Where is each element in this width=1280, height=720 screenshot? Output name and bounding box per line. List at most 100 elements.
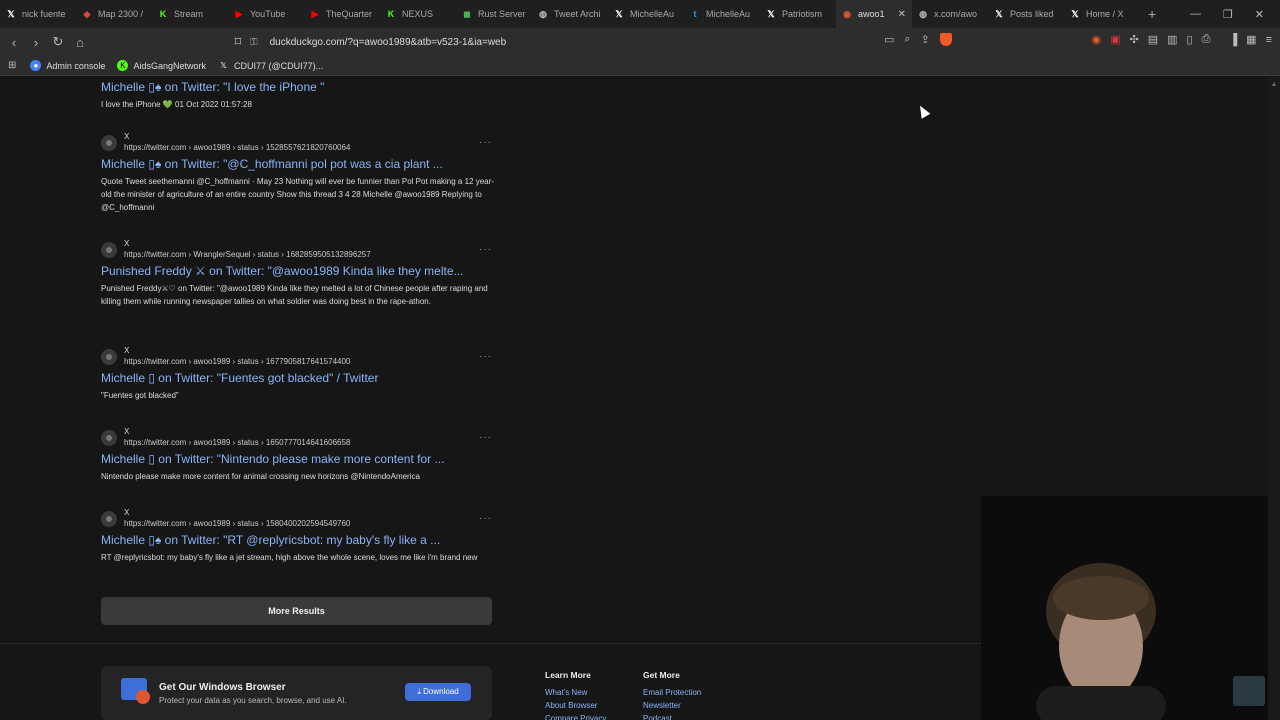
more-options-icon[interactable]: ··· [479, 351, 492, 362]
x-icon: 𝕏 [1071, 9, 1079, 19]
result-site-name: X [124, 239, 130, 248]
result-source[interactable]: Xhttps://twitter.com › awoo1989 › status… [101, 345, 496, 367]
tab[interactable]: 𝕏nick fuente [0, 0, 76, 28]
close-tab-icon[interactable]: ✕ [898, 9, 906, 20]
x-icon: 𝕏 [615, 9, 623, 19]
footer-get-more: Get More Email Protection Newsletter Pod… [643, 669, 701, 720]
footer-link[interactable]: About Browser [545, 699, 606, 712]
minimize-icon[interactable]: — [1190, 8, 1201, 20]
tab[interactable]: K Stream [152, 0, 228, 28]
tab[interactable]: 𝕏 MichelleAu [608, 0, 684, 28]
tab[interactable]: K NEXUS [380, 0, 456, 28]
cast-icon[interactable]: ▭ [884, 33, 894, 46]
download-button[interactable]: ⤓ Download [405, 683, 471, 701]
tab[interactable]: 𝕏 Home / X [1064, 0, 1140, 28]
trash-icon[interactable]: ▯ [1187, 33, 1193, 46]
site-info-icon[interactable]: ⚿ [250, 37, 258, 48]
tab[interactable]: ◼ Rust Server [456, 0, 532, 28]
bookmark-item[interactable]: ● Admin console [30, 60, 105, 71]
home-icon[interactable]: ⌂ [70, 35, 90, 50]
rust-icon: ◼ [463, 9, 471, 19]
back-icon[interactable]: ‹ [4, 35, 24, 50]
more-options-icon[interactable]: ··· [479, 137, 492, 148]
tab-label: Posts liked [1010, 9, 1054, 19]
brave-rewards-icon[interactable]: ◉ [1091, 33, 1101, 46]
result-title-link[interactable]: Michelle ▯♠ on Twitter: "RT @replyricsbo… [101, 532, 496, 548]
search-results-page: Michelle ▯♠ on Twitter: "I love the iPho… [0, 77, 1280, 720]
kick-icon: K [387, 9, 395, 19]
result-site-name: X [124, 346, 130, 355]
site-favicon-icon [101, 430, 117, 446]
brave-shields-icon[interactable] [939, 33, 952, 46]
tab[interactable]: 𝕏 Patriotism [760, 0, 836, 28]
footer-link[interactable]: What's New [545, 686, 606, 699]
extension-icon[interactable]: ▥ [1167, 33, 1177, 46]
x-icon: 𝕏 [767, 9, 775, 19]
result-meta: Xhttps://twitter.com › WranglerSequel › … [124, 238, 371, 260]
tab[interactable]: ▶ TheQuarter [304, 0, 380, 28]
forward-icon[interactable]: › [26, 35, 46, 50]
more-options-icon[interactable]: ··· [479, 432, 492, 443]
extensions-icon[interactable]: ✣ [1129, 33, 1138, 46]
webcam-overlay [981, 496, 1280, 720]
tab-label: YouTube [250, 9, 286, 19]
reload-icon[interactable]: ↻ [48, 34, 68, 50]
tab[interactable]: ◆ Map 2300 / [76, 0, 152, 28]
restore-icon[interactable]: ❐ [1223, 8, 1233, 21]
result-source[interactable]: Xhttps://twitter.com › WranglerSequel › … [101, 238, 496, 260]
share-icon[interactable]: ⇪ [921, 33, 930, 46]
window-controls: — ❐ ✕ [1190, 0, 1280, 28]
tab[interactable]: ◍ Tweet Archi [532, 0, 608, 28]
result-url: https://twitter.com › awoo1989 › status … [124, 143, 351, 152]
address-bar[interactable]: ⚿ duckduckgo.com/?q=awoo1989&atb=v523-1&… [250, 31, 970, 53]
result-source[interactable]: Xhttps://twitter.com › awoo1989 › status… [101, 131, 496, 153]
bookmark-item[interactable]: K AidsGangNetwork [117, 60, 206, 71]
wallet-icon[interactable]: ▦ [1246, 33, 1256, 46]
tab[interactable]: ◍ x.com/awo [912, 0, 988, 28]
tab[interactable]: 𝕏 Posts liked [988, 0, 1064, 28]
tab-label: MichelleAu [630, 9, 675, 19]
zoom-icon[interactable]: ⌕ [904, 33, 910, 46]
extension-badge-icon[interactable]: ▣ [1110, 33, 1120, 46]
search-result: Xhttps://twitter.com › awoo1989 › status… [101, 131, 496, 214]
kick-icon: K [159, 9, 167, 19]
result-title-link[interactable]: Punished Freddy ⚔ on Twitter: "@awoo1989… [101, 263, 496, 279]
extension-icon[interactable]: ▤ [1148, 33, 1158, 46]
x-icon: 𝕏 [220, 61, 227, 70]
bookmark-icon[interactable]: ⌑ [228, 34, 248, 50]
more-options-icon[interactable]: ··· [479, 244, 492, 255]
new-tab-icon[interactable]: + [1148, 6, 1156, 22]
footer-link[interactable]: Compare Privacy [545, 712, 606, 720]
tab-label: MichelleAu [706, 9, 751, 19]
bookmark-label: CDUI77 (@CDUI77)... [233, 60, 324, 71]
footer-link[interactable]: Email Protection [643, 686, 701, 699]
footer-link[interactable]: Podcast [643, 712, 701, 720]
result-source[interactable]: Xhttps://twitter.com › awoo1989 › status… [101, 507, 496, 529]
page-scrollbar[interactable]: ▲ [1268, 77, 1280, 720]
site-favicon-icon [101, 349, 117, 365]
footer-link[interactable]: Newsletter [643, 699, 701, 712]
close-window-icon[interactable]: ✕ [1255, 8, 1264, 21]
tab[interactable]: ◉ awoo1 ✕ [836, 0, 912, 28]
result-snippet: "Fuentes got blacked" [101, 391, 179, 400]
result-title-link[interactable]: Michelle ▯ on Twitter: "Nintendo please … [101, 451, 496, 467]
more-results-button[interactable]: More Results [101, 597, 492, 625]
sidebar-toggle-icon[interactable]: ▐ [1229, 34, 1237, 46]
tab[interactable]: t MichelleAu [684, 0, 760, 28]
result-snippet: I love the iPhone 💚 01 Oct 2022 01:57:28 [101, 100, 252, 109]
tab[interactable]: ▶ YouTube [228, 0, 304, 28]
result-site-name: X [124, 132, 130, 141]
bookmark-item[interactable]: 𝕏 CDUI77 (@CDUI77)... [218, 60, 323, 71]
result-site-name: X [124, 508, 130, 517]
scroll-up-icon[interactable]: ▲ [1268, 81, 1280, 88]
apps-icon[interactable]: ⊞ [8, 60, 16, 71]
menu-icon[interactable]: ≡ [1266, 34, 1272, 46]
result-title-link[interactable]: Michelle ▯♠ on Twitter: "@C_hoffmanni po… [101, 156, 496, 172]
result-title-link[interactable]: Michelle ▯ on Twitter: "Fuentes got blac… [101, 370, 496, 386]
result-title-link[interactable]: Michelle ▯♠ on Twitter: "I love the iPho… [101, 79, 496, 95]
url-text[interactable]: duckduckgo.com/?q=awoo1989&atb=v523-1&ia… [270, 37, 507, 48]
result-snippet: Quote Tweet seethemanni @C_hoffmanni · M… [101, 177, 494, 212]
result-source[interactable]: Xhttps://twitter.com › awoo1989 › status… [101, 426, 496, 448]
print-icon[interactable]: ⎙ [1202, 33, 1211, 46]
more-options-icon[interactable]: ··· [479, 513, 492, 524]
